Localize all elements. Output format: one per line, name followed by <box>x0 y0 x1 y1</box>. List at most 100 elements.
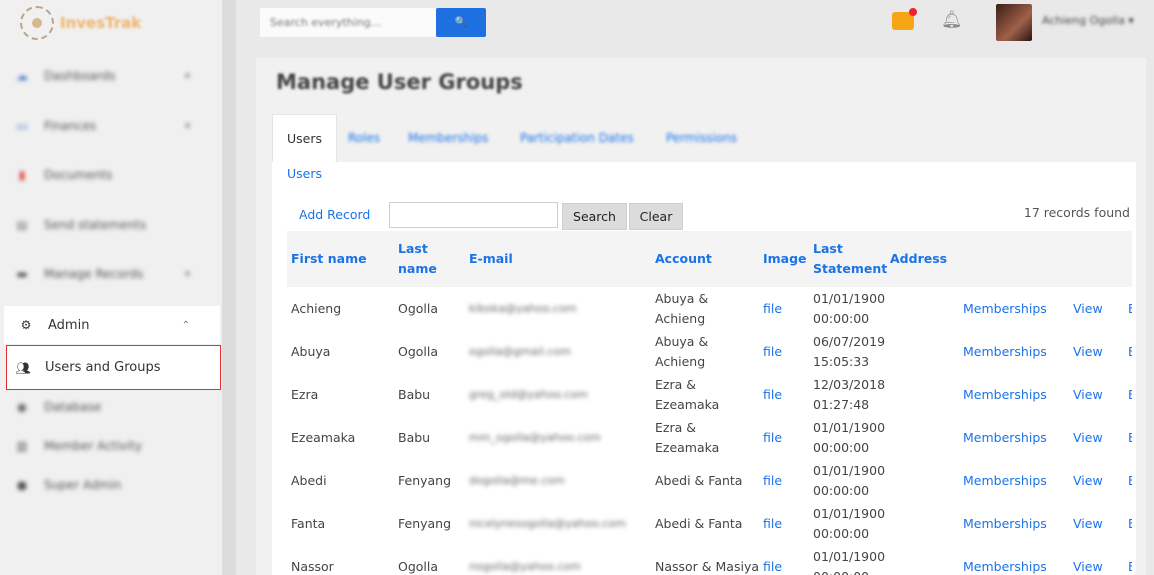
edit-link[interactable]: E <box>1124 502 1132 545</box>
tab-bar: Users Roles Memberships Participation Da… <box>272 108 1136 162</box>
sidebar-item-send-statements[interactable]: ▤ Send statements <box>0 206 220 244</box>
global-search-input[interactable]: Search everything... <box>260 8 436 37</box>
memberships-link[interactable]: Memberships <box>959 330 1069 373</box>
sidebar-item-label: Super Admin <box>44 478 122 492</box>
cell-address <box>886 287 959 330</box>
sidebar-scroll-gutter <box>222 0 236 575</box>
tab-permissions[interactable]: Permissions <box>666 114 737 162</box>
cell-first-name: Achieng <box>291 300 342 316</box>
column-header-email[interactable]: E-mail <box>465 231 651 287</box>
chevron-down-icon: ▾ <box>184 268 190 280</box>
column-header-last-name[interactable]: Last name <box>394 231 465 287</box>
view-link[interactable]: View <box>1069 502 1124 545</box>
memberships-link[interactable]: Memberships <box>959 416 1069 459</box>
money-icon: ▭ <box>16 119 28 133</box>
view-link[interactable]: View <box>1069 373 1124 416</box>
sidebar-item-member-activity[interactable]: ▥ Member Activity <box>0 427 220 465</box>
cell-email: mm_ogolla@yahoo.com <box>465 416 651 459</box>
gears-icon: ⚙ <box>20 318 32 332</box>
cell-first-name: Ezra <box>291 386 319 402</box>
sidebar-item-documents[interactable]: ▮ Documents <box>0 156 220 194</box>
cell-account: Abedi & Fanta <box>655 515 743 531</box>
sidebar-item-super-admin[interactable]: ● Super Admin <box>0 466 220 504</box>
cell-last-statement: 12/03/2018 01:27:48 <box>813 376 886 412</box>
globe-icon: ● <box>16 478 28 492</box>
cell-last-statement: 01/01/1900 00:00:00 <box>813 462 886 498</box>
memberships-link[interactable]: Memberships <box>959 287 1069 330</box>
edit-link[interactable]: E <box>1124 416 1132 459</box>
column-header-image[interactable]: Image <box>759 231 809 287</box>
sidebar-item-label: Database <box>44 400 102 414</box>
image-file-link[interactable]: file <box>759 330 809 373</box>
view-link[interactable]: View <box>1069 287 1124 330</box>
sidebar-item-admin[interactable]: ⚙ Admin ⌃ <box>4 306 220 344</box>
app-logo[interactable]: InvesTrak <box>20 6 141 40</box>
avatar[interactable] <box>996 4 1032 41</box>
users-table: First name Last name E-mail Account Imag… <box>287 231 1132 575</box>
sidebar-item-database[interactable]: ◉ Database <box>0 388 220 426</box>
column-header-account[interactable]: Account <box>651 231 759 287</box>
tab-memberships[interactable]: Memberships <box>408 114 488 162</box>
add-record-link[interactable]: Add Record <box>299 207 370 222</box>
cell-last-name: Fenyang <box>398 472 452 488</box>
search-button[interactable]: Search <box>562 203 627 230</box>
view-link[interactable]: View <box>1069 330 1124 373</box>
sidebar-item-finances[interactable]: ▭ Finances ▾ <box>0 107 220 145</box>
view-link[interactable]: View <box>1069 545 1124 575</box>
sidebar-item-dashboards[interactable]: ☁ Dashboards ▾ <box>0 57 220 95</box>
edit-link[interactable]: E <box>1124 459 1132 502</box>
cell-account: Abedi & Fanta <box>655 472 743 488</box>
memberships-link[interactable]: Memberships <box>959 459 1069 502</box>
cell-email: ogolla@gmail.com <box>465 330 651 373</box>
table-row: Ezeamaka Babu mm_ogolla@yahoo.com Ezra &… <box>287 416 1132 459</box>
chart-icon: ▥ <box>16 439 28 453</box>
edit-link[interactable]: E <box>1124 545 1132 575</box>
cell-last-statement: 06/07/2019 15:05:33 <box>813 333 886 369</box>
column-header-last-statement[interactable]: Last Statement <box>809 231 887 287</box>
tab-label: Memberships <box>408 131 489 145</box>
table-header-row: First name Last name E-mail Account Imag… <box>287 231 1132 287</box>
memberships-link[interactable]: Memberships <box>959 373 1069 416</box>
image-file-link[interactable]: file <box>759 416 809 459</box>
view-link[interactable]: View <box>1069 416 1124 459</box>
record-search-input[interactable] <box>389 202 558 228</box>
image-file-link[interactable]: file <box>759 287 809 330</box>
memberships-link[interactable]: Memberships <box>959 502 1069 545</box>
users-sublink[interactable]: Users <box>287 166 322 181</box>
column-header-first-name[interactable]: First name <box>287 231 394 287</box>
memberships-link[interactable]: Memberships <box>959 545 1069 575</box>
table-row: Nassor Ogolla nogolla@yahoo.com Nassor &… <box>287 545 1132 575</box>
global-search-button[interactable]: 🔍 <box>436 8 486 37</box>
table-row: Abuya Ogolla ogolla@gmail.com Abuya & Ac… <box>287 330 1132 373</box>
tab-participation-dates[interactable]: Participation Dates <box>520 114 634 162</box>
sidebar-item-manage-records[interactable]: ▬ Manage Records ▾ <box>0 255 220 293</box>
image-file-link[interactable]: file <box>759 373 809 416</box>
statement-icon: ▤ <box>16 218 28 232</box>
clear-button[interactable]: Clear <box>629 203 683 230</box>
cell-last-statement: 01/01/1900 00:00:00 <box>813 419 886 455</box>
logo-mark-icon <box>20 6 54 40</box>
sidebar-item-label: Manage Records <box>44 267 144 281</box>
email-text: nogolla@yahoo.com <box>469 560 581 573</box>
user-name[interactable]: Achieng Ogolla ▾ <box>1042 14 1134 27</box>
mail-icon[interactable] <box>892 8 917 30</box>
cell-account: Ezra & Ezeamaka <box>655 376 720 412</box>
edit-link[interactable]: E <box>1124 373 1132 416</box>
bell-icon[interactable]: 🔔︎ <box>941 10 963 30</box>
sidebar-item-users-and-groups[interactable]: 👥︎ Users and Groups <box>6 345 221 390</box>
cell-address <box>886 459 959 502</box>
cell-last-statement: 01/01/1900 00:00:00 <box>813 548 886 575</box>
tab-users[interactable]: Users <box>272 114 338 162</box>
edit-link[interactable]: E <box>1124 287 1132 330</box>
edit-link[interactable]: E <box>1124 330 1132 373</box>
image-file-link[interactable]: file <box>759 502 809 545</box>
database-icon: ◉ <box>16 400 28 414</box>
column-header-blank <box>1069 231 1124 287</box>
tab-roles[interactable]: Roles <box>348 114 380 162</box>
view-link[interactable]: View <box>1069 459 1124 502</box>
cell-last-name: Ogolla <box>398 300 439 316</box>
image-file-link[interactable]: file <box>759 459 809 502</box>
column-header-address[interactable]: Address <box>886 231 959 287</box>
main-content: Manage User Groups Users Roles Membershi… <box>256 58 1146 575</box>
image-file-link[interactable]: file <box>759 545 809 575</box>
